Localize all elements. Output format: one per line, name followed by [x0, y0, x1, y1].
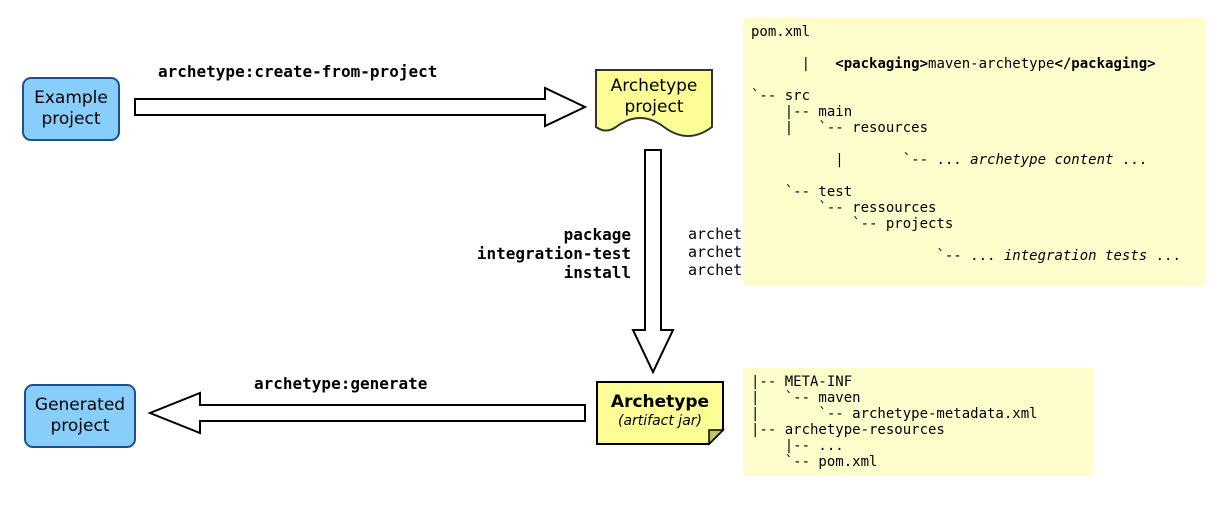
archetype-jar-sub: (artifact jar): [618, 413, 702, 431]
generated-project-node: Generated project: [25, 385, 135, 447]
tree-proj-l1: pom.xml: [751, 24, 810, 40]
example-project-node: Example project: [23, 78, 119, 140]
label-create-from-project: archetype:create-from-project: [158, 62, 437, 81]
generated-line1: Generated: [35, 395, 125, 415]
archetype-project-line1: Archetype: [611, 76, 698, 96]
label-package-install: package integration-test install: [471, 225, 631, 282]
archetype-jar-title: Archetype: [611, 392, 709, 413]
arrow-package-install: [633, 150, 673, 372]
archetype-jar-tree: |-- META-INF | `-- maven | `-- archetype…: [743, 368, 1093, 476]
example-line1: Example: [34, 88, 108, 108]
arrow-generate: [150, 393, 585, 433]
archetype-project-node: Archetype project: [596, 70, 712, 124]
archetype-jar-node: Archetype (artifact jar): [597, 382, 723, 440]
example-line2: project: [41, 109, 100, 129]
arrow-create-from-project: [135, 88, 585, 126]
generated-line2: project: [50, 416, 109, 436]
label-generate: archetype:generate: [254, 374, 427, 393]
archetype-project-tree: pom.xml | <packaging>maven-archetype</pa…: [743, 18, 1205, 286]
archetype-project-line2: project: [624, 97, 683, 117]
